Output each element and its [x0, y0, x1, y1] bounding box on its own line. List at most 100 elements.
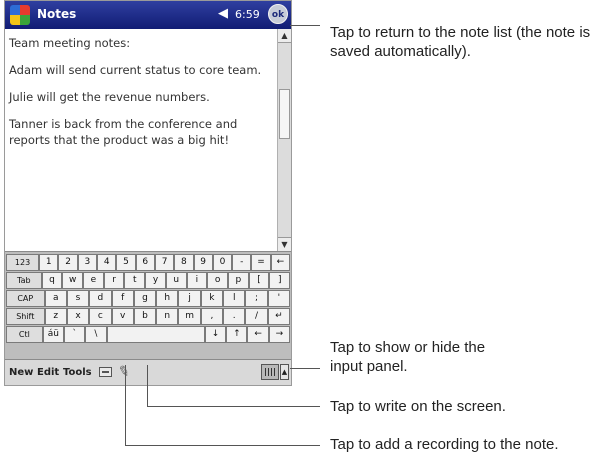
clock[interactable]: 6:59 [235, 8, 260, 21]
keyboard-key[interactable]: a [44, 290, 67, 307]
keyboard-key[interactable]: 123 [6, 254, 40, 271]
keyboard-key[interactable]: k [200, 290, 224, 307]
leader-line [290, 368, 320, 369]
note-text-area[interactable]: Team meeting notes: Adam will send curre… [5, 29, 277, 251]
keyboard-key[interactable]: 5 [116, 254, 136, 271]
keyboard-key[interactable]: 3 [77, 254, 98, 271]
keyboard-key[interactable]: v [111, 308, 134, 325]
leader-line [125, 445, 320, 446]
keyboard-key[interactable]: Ctl [6, 326, 43, 343]
scroll-down-arrow-icon[interactable]: ▼ [278, 237, 291, 251]
keyboard-key[interactable]: = [251, 254, 271, 271]
keyboard-key[interactable]: c [89, 308, 112, 325]
keyboard-key[interactable]: q [41, 272, 63, 289]
keyboard-key[interactable]: u [165, 272, 187, 289]
keyboard-key[interactable]: Shift [6, 308, 45, 325]
app-title: Notes [37, 7, 77, 21]
keyboard-key[interactable]: - [232, 254, 252, 271]
keyboard-key[interactable]: 9 [193, 254, 213, 271]
leader-line [147, 365, 148, 406]
keyboard-key[interactable]: 4 [97, 254, 117, 271]
callout-input-panel: Tap to show or hide the input panel. [330, 339, 486, 375]
scroll-thumb[interactable] [279, 89, 290, 139]
keyboard-key[interactable]: p [227, 272, 249, 289]
keyboard-key[interactable]: CAP [6, 290, 45, 307]
keyboard-key[interactable]: , [200, 308, 224, 325]
keyboard-key[interactable]: ← [247, 326, 269, 343]
keyboard-key[interactable]: o [207, 272, 228, 289]
leader-line [147, 406, 320, 407]
speaker-icon[interactable]: ◀ [218, 6, 228, 22]
note-line: Adam will send current status to core te… [9, 63, 262, 77]
keyboard-key[interactable]: . [223, 308, 246, 325]
keyboard-key[interactable]: 1 [39, 254, 59, 271]
keyboard-key[interactable]: h [156, 290, 179, 307]
menu-edit[interactable]: Edit [37, 367, 59, 378]
keyboard-key[interactable]: i [186, 272, 208, 289]
keyboard-key[interactable]: 2 [58, 254, 78, 271]
ok-button[interactable]: ok [268, 4, 288, 24]
recording-icon[interactable] [99, 367, 112, 377]
note-line: Julie will get the revenue numbers. [9, 90, 210, 104]
keyboard-key[interactable]: b [133, 308, 157, 325]
keyboard-key[interactable]: x [66, 308, 90, 325]
note-line: Team meeting notes: [9, 36, 131, 50]
keyboard-key[interactable]: l [223, 290, 246, 307]
keyboard-key[interactable]: \ [85, 326, 107, 343]
keyboard-key[interactable]: 0 [212, 254, 233, 271]
keyboard-key[interactable]: ] [269, 272, 291, 289]
vertical-scrollbar[interactable]: ▲ ▼ [277, 29, 291, 251]
menu-tools[interactable]: Tools [63, 367, 92, 378]
keyboard-row: Tab q w e r t y u i o p[] [6, 272, 291, 289]
keyboard-row: 123 1 2 3 4 5 6 7 8 9 0- = ← [6, 254, 290, 271]
callout-pen: Tap to write on the screen. [330, 398, 506, 415]
leader-line [290, 25, 320, 26]
keyboard-key[interactable]: f [111, 290, 134, 307]
pen-icon[interactable]: ✎ [116, 363, 131, 381]
keyboard-key[interactable]: áü [42, 326, 64, 343]
keyboard-key[interactable]: 8 [174, 254, 194, 271]
keyboard-key[interactable]: Tab [6, 272, 42, 289]
title-bar: Notes ◀ 6:59 ok [5, 1, 291, 29]
keyboard-key[interactable]: t [124, 272, 146, 289]
keyboard-key[interactable]: / [245, 308, 268, 325]
keyboard-key[interactable]: j [178, 290, 201, 307]
keyboard-key[interactable]: ' [267, 290, 290, 307]
input-panel-button[interactable] [261, 364, 279, 380]
menu-bar: New Edit Tools ✎ ▲ [5, 359, 291, 385]
keyboard-row: CAP a s d f g h j k l; ' [6, 290, 290, 307]
callout-ok-button: Tap to return to the note list (the note… [330, 24, 591, 60]
leader-line [125, 365, 126, 445]
keyboard-key[interactable]: 6 [135, 254, 155, 271]
menu-new[interactable]: New [9, 367, 33, 378]
keyboard-row: Shift z x c v b n m,. / ↵ [6, 308, 290, 325]
keyboard-key[interactable]: n [156, 308, 179, 325]
keyboard-key[interactable]: r [103, 272, 125, 289]
note-line: Tanner is back from the conference and r… [9, 117, 238, 147]
keyboard-row: Ctl áü ` \ ↓ ↑ ← → [6, 326, 291, 343]
keyboard-key[interactable]: m [178, 308, 201, 325]
keyboard-key[interactable]: ↓ [204, 326, 227, 343]
input-panel-arrow-icon[interactable]: ▲ [280, 364, 289, 380]
keyboard-key[interactable]: e [83, 272, 104, 289]
keyboard-key[interactable]: w [62, 272, 84, 289]
callout-recording: Tap to add a recording to the note. [330, 436, 559, 453]
keyboard-key[interactable]: [ [248, 272, 270, 289]
scroll-up-arrow-icon[interactable]: ▲ [278, 29, 291, 43]
keyboard-key[interactable]: d [89, 290, 112, 307]
keyboard-key[interactable]: y [145, 272, 166, 289]
keyboard-key[interactable]: ` [63, 326, 86, 343]
key-space[interactable] [106, 326, 205, 343]
keyboard-key[interactable]: ; [245, 290, 268, 307]
keyboard-key[interactable]: z [44, 308, 67, 325]
windows-start-icon[interactable] [10, 5, 30, 25]
keyboard-key[interactable]: ↵ [267, 308, 290, 325]
keyboard-key[interactable]: g [133, 290, 157, 307]
keyboard-key[interactable]: → [268, 326, 291, 343]
soft-keyboard: 123 1 2 3 4 5 6 7 8 9 0- = ← Tab q w e r t y u i o p[] CAP a s d f g h… [5, 251, 291, 359]
keyboard-key[interactable]: s [66, 290, 90, 307]
keyboard-key[interactable]: ← [270, 254, 290, 271]
keyboard-key[interactable]: 7 [154, 254, 175, 271]
device-screen: Notes ◀ 6:59 ok Team meeting notes: Adam… [4, 0, 292, 386]
keyboard-key[interactable]: ↑ [226, 326, 248, 343]
